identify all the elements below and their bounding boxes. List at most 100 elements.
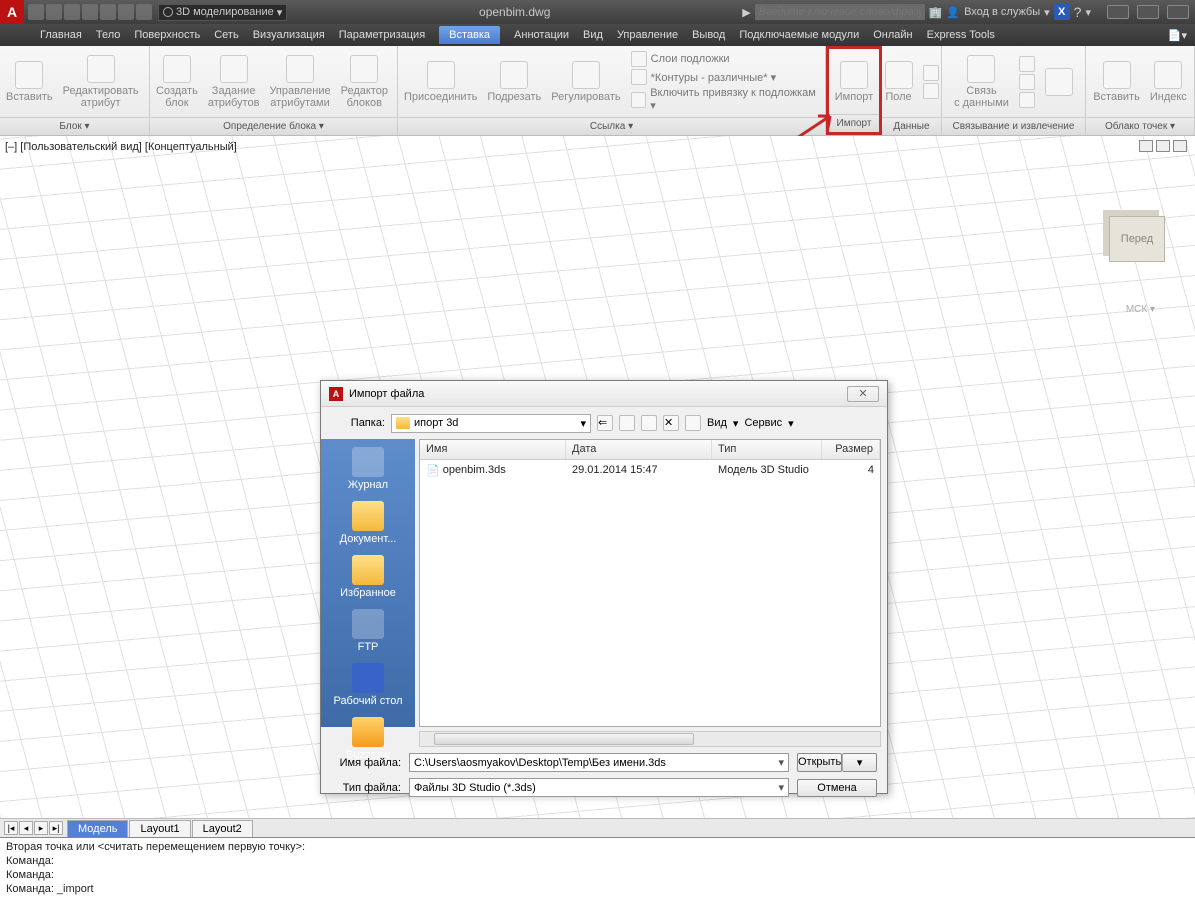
tab-output[interactable]: Вывод	[692, 29, 725, 41]
tab-express[interactable]: Express Tools	[927, 29, 995, 41]
back-icon[interactable]: ⇐	[597, 415, 613, 431]
search-web-icon[interactable]	[641, 415, 657, 431]
col-size[interactable]: Размер	[822, 440, 880, 459]
maximize-button[interactable]	[1137, 5, 1159, 19]
tab-prev-icon[interactable]: ◂	[19, 821, 33, 835]
ucs-label[interactable]: МСК ▾	[1126, 304, 1155, 315]
sidebar-favorites[interactable]: Избранное	[326, 551, 410, 603]
exchange-icon[interactable]: X	[1054, 4, 1070, 20]
sidebar-ftp[interactable]: FTP	[326, 605, 410, 657]
delete-icon[interactable]: ✕	[663, 415, 679, 431]
tab-home[interactable]: Главная	[40, 29, 82, 41]
chevron-down-icon[interactable]: ▾	[788, 417, 794, 430]
search-arrow-icon[interactable]: ▶	[742, 6, 750, 19]
save-icon[interactable]	[64, 4, 80, 20]
open-button[interactable]: Открыть	[797, 753, 842, 772]
open-icon[interactable]	[46, 4, 62, 20]
tab-last-icon[interactable]: ▸|	[49, 821, 63, 835]
panel-pointcloud-label[interactable]: Облако точек ▾	[1086, 117, 1194, 135]
folder-selector[interactable]: ипорт 3d ▾	[391, 414, 591, 433]
clip-button[interactable]: Подрезать	[487, 61, 541, 103]
adjust-button[interactable]: Регулировать	[551, 61, 620, 103]
view-cube[interactable]: Перед	[1109, 216, 1165, 262]
keyword-search-input[interactable]	[755, 4, 925, 20]
attach-button[interactable]: Присоединить	[404, 61, 477, 103]
link-sm1[interactable]	[1019, 56, 1035, 72]
view-menu[interactable]: Вид	[707, 417, 727, 429]
tab-view[interactable]: Вид	[583, 29, 603, 41]
tab-annotate[interactable]: Аннотации	[514, 29, 569, 41]
insert-block-button[interactable]: Вставить	[6, 61, 53, 103]
tab-mesh[interactable]: Сеть	[214, 29, 238, 41]
data-sm2[interactable]	[923, 83, 939, 99]
binoculars-icon[interactable]: 🏢	[929, 6, 943, 19]
frames-vary-button[interactable]: *Контуры - различные* ▾	[631, 69, 819, 85]
ribbon-options-icon[interactable]: 📄▾	[1168, 29, 1187, 42]
filename-input[interactable]: C:\Users\aosmyakov\Desktop\Temp\Без имен…	[409, 753, 789, 772]
minimize-button[interactable]	[1107, 5, 1129, 19]
panel-link-label[interactable]: Связывание и извлечение	[942, 117, 1085, 135]
new-folder-icon[interactable]	[685, 415, 701, 431]
tab-solid[interactable]: Тело	[96, 29, 121, 41]
col-type[interactable]: Тип	[712, 440, 822, 459]
edit-attribute-button[interactable]: Редактировать атрибут	[63, 55, 139, 109]
chevron-down-icon[interactable]: ▾	[1044, 6, 1050, 19]
tab-manage[interactable]: Управление	[617, 29, 678, 41]
panel-blockdef-label[interactable]: Определение блока ▾	[150, 117, 397, 135]
define-attributes-button[interactable]: Задание атрибутов	[208, 55, 260, 109]
panel-data-label[interactable]: Данные	[882, 117, 941, 135]
tab-model[interactable]: Модель	[67, 820, 128, 837]
sidebar-documents[interactable]: Документ...	[326, 497, 410, 549]
tab-first-icon[interactable]: |◂	[4, 821, 18, 835]
vp-close-icon[interactable]	[1173, 140, 1187, 152]
tools-menu[interactable]: Сервис	[744, 417, 782, 429]
viewport[interactable]: [–] [Пользовательский вид] [Концептуальн…	[0, 136, 1195, 818]
print-icon[interactable]	[100, 4, 116, 20]
vp-restore-icon[interactable]	[1156, 140, 1170, 152]
redo-icon[interactable]	[136, 4, 152, 20]
viewport-label[interactable]: [–] [Пользовательский вид] [Концептуальн…	[5, 141, 237, 153]
help-icon[interactable]: ?	[1074, 4, 1082, 20]
close-button[interactable]	[1167, 5, 1189, 19]
tab-visualize[interactable]: Визуализация	[253, 29, 325, 41]
import-button[interactable]: Импорт	[835, 61, 873, 103]
file-row[interactable]: 📄openbim.3ds 29.01.2014 15:47 Модель 3D …	[420, 460, 880, 480]
dialog-close-button[interactable]: ✕	[847, 386, 879, 402]
horizontal-scrollbar[interactable]	[419, 731, 881, 747]
dialog-titlebar[interactable]: A Импорт файла ✕	[321, 381, 887, 407]
sidebar-history[interactable]: Журнал	[326, 443, 410, 495]
field-button[interactable]: Поле	[885, 61, 913, 103]
scroll-thumb[interactable]	[434, 733, 694, 745]
underlay-layers-button[interactable]: Слои подложки	[631, 51, 819, 67]
tab-insert[interactable]: Вставка	[439, 26, 500, 44]
chevron-down-icon[interactable]: ▾	[1085, 6, 1091, 19]
app-logo[interactable]: A	[0, 0, 24, 24]
data-sm1[interactable]	[923, 65, 939, 81]
link-sm2[interactable]	[1019, 74, 1035, 90]
file-list[interactable]: Имя Дата Тип Размер 📄openbim.3ds 29.01.2…	[419, 439, 881, 727]
create-block-button[interactable]: Создать блок	[156, 55, 198, 109]
pc-index-button[interactable]: Индекс	[1150, 61, 1187, 103]
col-date[interactable]: Дата	[566, 440, 712, 459]
col-name[interactable]: Имя	[420, 440, 566, 459]
panel-import-label[interactable]: Импорт	[829, 114, 879, 132]
saveas-icon[interactable]	[82, 4, 98, 20]
cancel-button[interactable]: Отмена	[797, 779, 877, 797]
open-dropdown-button[interactable]: ▾	[842, 753, 877, 772]
tab-online[interactable]: Онлайн	[873, 29, 912, 41]
link-sm3[interactable]	[1019, 92, 1035, 108]
data-link-button[interactable]: Связь с данными	[954, 55, 1009, 109]
manage-attributes-button[interactable]: Управление атрибутами	[269, 55, 330, 109]
chevron-down-icon[interactable]: ▾	[733, 417, 739, 430]
new-icon[interactable]	[28, 4, 44, 20]
command-line[interactable]: Вторая точка или <считать перемещением п…	[0, 837, 1195, 900]
tab-layout1[interactable]: Layout1	[129, 820, 190, 837]
tab-parametric[interactable]: Параметризация	[339, 29, 425, 41]
panel-block-label[interactable]: Блок ▾	[0, 117, 149, 135]
block-editor-button[interactable]: Редактор блоков	[341, 55, 388, 109]
login-link[interactable]: Вход в службы	[964, 6, 1040, 18]
filetype-select[interactable]: Файлы 3D Studio (*.3ds)▾	[409, 778, 789, 797]
extract-button[interactable]	[1045, 68, 1073, 96]
undo-icon[interactable]	[118, 4, 134, 20]
file-list-header[interactable]: Имя Дата Тип Размер	[420, 440, 880, 460]
